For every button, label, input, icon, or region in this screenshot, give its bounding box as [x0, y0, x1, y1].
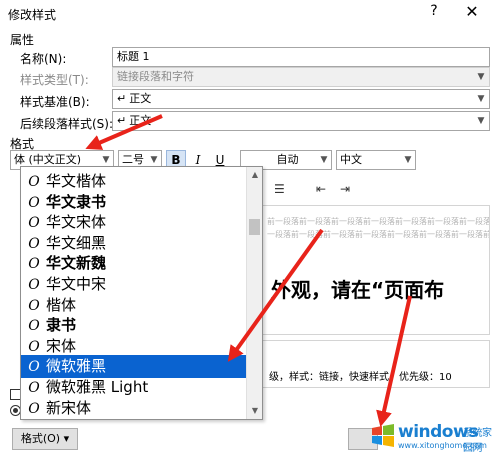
font-list-item-label: 华文新魏	[46, 254, 107, 273]
font-list-item[interactable]: O 隶书	[21, 314, 247, 337]
preview-previous-paragraph: 一段落前一段落前一段落前一段落前一段落前一段落前一段落前一段落	[267, 230, 489, 239]
opentype-font-icon: O	[28, 400, 40, 417]
name-input[interactable]: 标题 1	[112, 47, 490, 67]
decrease-indent-icon[interactable]: ⇤	[316, 182, 326, 196]
style-based-on-select[interactable]: ↵ 正文 ▼	[112, 89, 490, 109]
font-list-item[interactable]: O 华文隶书	[21, 191, 247, 214]
style-type-select: 链接段落和字符 ▼	[112, 67, 490, 87]
close-button[interactable]: ✕	[460, 2, 484, 21]
font-list-item-label: 宋体	[46, 336, 77, 355]
font-list-item-label: 新宋体	[46, 398, 92, 417]
font-list-item[interactable]: O 华文新魏	[21, 252, 247, 275]
font-list-item-label: 微软雅黑	[46, 357, 107, 376]
style-preview: 前一段落前一段落前一段落前一段落前一段落前一段落前一段落前一 一段落前一段落前一…	[262, 205, 490, 335]
format-menu-button[interactable]: 格式(O) ▾	[12, 428, 78, 450]
scroll-down-icon[interactable]: ▼	[247, 403, 262, 419]
font-list-item-label: 楷体	[46, 295, 77, 314]
preview-sample-text: 外观，请在“页面布	[271, 278, 445, 302]
style-description-text: 级，样式：链接，快速样式，优先级：10	[269, 372, 452, 383]
font-list-item-label: 微软雅黑 Light	[46, 378, 149, 396]
next-style-label: 后续段落样式(S):	[20, 117, 114, 131]
dropdown-scrollbar[interactable]: ▲ ▼	[246, 167, 262, 419]
chevron-down-icon[interactable]: ▼	[473, 112, 489, 130]
font-list-item-label: 华文隶书	[46, 192, 107, 211]
font-list-item[interactable]: O 新宋体	[21, 397, 247, 419]
style-description: 级，样式：链接，快速样式，优先级：10	[262, 340, 490, 388]
font-value: 体 (中文正文)	[14, 153, 82, 166]
font-list-item[interactable]: O 华文细黑	[21, 232, 247, 255]
script-value: 中文	[340, 153, 362, 166]
help-button[interactable]: ?	[424, 3, 444, 19]
style-type-label: 样式类型(T):	[20, 73, 89, 87]
font-size-value: 二号	[122, 153, 144, 166]
scrollbar-thumb[interactable]	[249, 219, 260, 235]
paragraph-mark-icon: ↵	[117, 114, 127, 127]
font-list-item[interactable]: O 微软雅黑 Light	[21, 376, 247, 399]
chevron-down-icon[interactable]: ▼	[401, 151, 415, 169]
font-list-item[interactable]: O 微软雅黑	[21, 355, 247, 379]
watermark-logo: windows 系统家园网 www.xitonghome.com	[368, 420, 494, 454]
script-select[interactable]: 中文 ▼	[336, 150, 416, 170]
properties-section-label: 属性	[10, 33, 35, 47]
style-type-value: 链接段落和字符	[117, 70, 194, 83]
next-style-select[interactable]: ↵ 正文 ▼	[112, 111, 490, 131]
chevron-down-icon[interactable]: ▼	[317, 151, 331, 169]
windows-logo-icon	[372, 424, 394, 447]
font-list-item-label: 隶书	[46, 316, 77, 335]
font-list-item-label: 华文中宋	[46, 275, 107, 293]
font-list-item-label: 华文楷体	[46, 172, 107, 190]
watermark-url: www.xitonghome.com	[398, 441, 487, 450]
dialog-title: 修改样式	[8, 8, 57, 22]
style-based-on-label: 样式基准(B):	[20, 95, 90, 109]
style-based-on-value: 正文	[129, 92, 152, 105]
name-label: 名称(N):	[20, 52, 67, 66]
increase-indent-icon[interactable]: ⇥	[340, 182, 350, 196]
font-list-item[interactable]: O 华文中宋	[21, 273, 247, 296]
title-bar: 修改样式 ? ✕	[0, 0, 500, 28]
name-value: 标题 1	[117, 50, 150, 63]
next-style-value: 正文	[129, 114, 152, 127]
line-spacing-icon[interactable]: ☰	[274, 182, 285, 196]
font-color-value: 自动	[276, 153, 299, 166]
preview-previous-paragraph: 前一段落前一段落前一段落前一段落前一段落前一段落前一段落前一	[267, 217, 490, 226]
font-list-item[interactable]: O 宋体	[21, 335, 247, 358]
scroll-up-icon[interactable]: ▲	[247, 167, 262, 183]
font-list-item[interactable]: O 华文宋体	[21, 211, 247, 234]
font-dropdown-list[interactable]: O 华文楷体 O 华文隶书 O 华文宋体 O 华文细黑 O 华文新魏 O 华文中宋 O 楷体 O 隶书 O 宋体 O…	[20, 166, 263, 420]
font-list-item-label: 华文细黑	[46, 233, 107, 252]
font-list-item-label: 华文宋体	[46, 213, 107, 232]
paragraph-mark-icon: ↵	[117, 92, 127, 105]
font-list-item[interactable]: O 楷体	[21, 294, 247, 317]
chevron-down-icon[interactable]: ▼	[473, 90, 489, 108]
chevron-down-icon: ▼	[477, 72, 485, 82]
font-list-item[interactable]: O 华文楷体	[21, 170, 247, 193]
